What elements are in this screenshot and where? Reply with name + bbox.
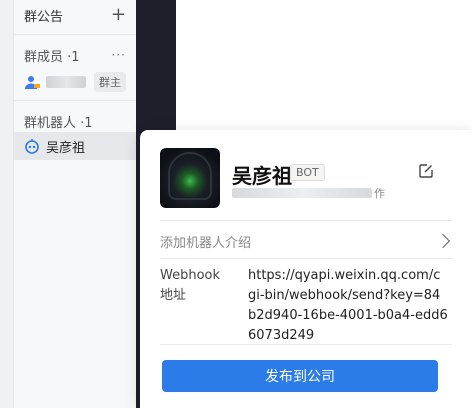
add-intro-label: 添加机器人介绍 bbox=[160, 235, 252, 251]
robots-header: 群机器人 ·1 bbox=[24, 112, 126, 131]
members-more-button[interactable]: ··· bbox=[112, 48, 126, 62]
webhook-url[interactable]: https://qyapi.weixin.qq.com/cgi-bin/webh… bbox=[248, 266, 448, 346]
member-name-blurred bbox=[46, 76, 86, 88]
creator-name-blurred bbox=[232, 188, 372, 198]
announcement-label: 群公告 bbox=[24, 9, 64, 25]
bot-tag-badge: BOT bbox=[290, 164, 325, 181]
robot-profile-card: 吴彦祖 BOT 作 添加机器人介绍 Webhook 地址 https://qya… bbox=[140, 130, 472, 408]
add-announcement-button[interactable]: + bbox=[111, 6, 126, 24]
card-divider bbox=[160, 220, 452, 221]
sidebar-divider bbox=[14, 34, 136, 35]
avatar-hood-shape bbox=[168, 152, 212, 200]
card-divider bbox=[160, 344, 452, 345]
chevron-right-icon bbox=[435, 233, 451, 249]
creator-info: 作 bbox=[232, 185, 385, 201]
publish-to-company-button[interactable]: 发布到公司 bbox=[162, 360, 438, 392]
member-item[interactable]: 群主 bbox=[24, 72, 126, 92]
creator-suffix: 作 bbox=[374, 187, 385, 200]
group-info-sidebar: 群公告 + 群成员 ·1 ··· 群主 群机器人 ·1 吴彦祖 bbox=[14, 0, 136, 408]
robot-icon bbox=[25, 139, 39, 154]
edit-icon[interactable] bbox=[418, 163, 434, 179]
webhook-label: Webhook 地址 bbox=[160, 268, 221, 303]
members-header: 群成员 ·1 ··· bbox=[24, 46, 126, 65]
add-robot-intro-row[interactable]: 添加机器人介绍 bbox=[160, 228, 452, 254]
card-divider bbox=[160, 258, 452, 259]
announcement-row: 群公告 + bbox=[24, 6, 126, 25]
robot-item[interactable]: 吴彦祖 bbox=[14, 132, 136, 160]
member-person-icon bbox=[25, 76, 40, 89]
sidebar-divider bbox=[14, 100, 136, 101]
robot-avatar bbox=[160, 148, 220, 208]
robot-name: 吴彦祖 bbox=[46, 140, 86, 156]
members-label: 群成员 ·1 bbox=[24, 49, 80, 65]
left-edge-strip bbox=[0, 0, 14, 408]
owner-badge: 群主 bbox=[94, 72, 126, 92]
robots-label: 群机器人 ·1 bbox=[24, 115, 93, 131]
